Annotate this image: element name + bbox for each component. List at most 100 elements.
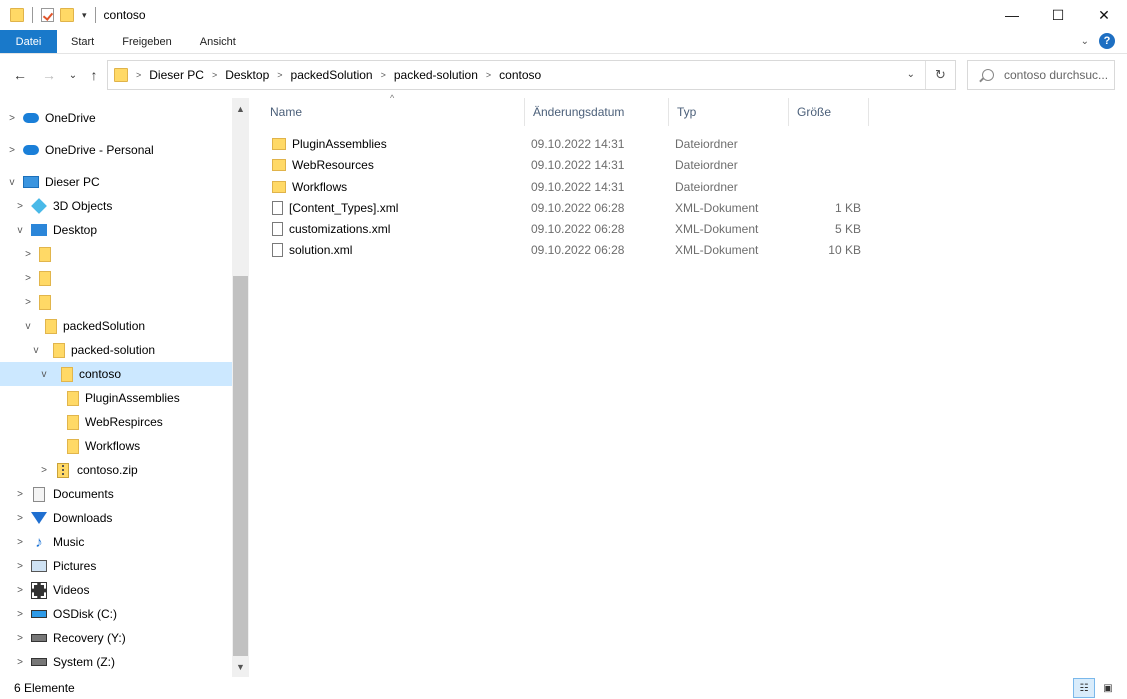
scrollbar-thumb[interactable] [233, 276, 248, 656]
expand-icon[interactable]: > [23, 273, 33, 284]
collapse-icon[interactable]: v [7, 177, 17, 188]
expand-icon[interactable]: > [15, 585, 25, 596]
expand-icon[interactable]: > [15, 201, 25, 212]
expand-icon[interactable]: > [7, 113, 17, 124]
sidebar-item-3d-objects[interactable]: > 3D Objects [0, 194, 232, 218]
quick-access-toolbar: ▾ [0, 7, 98, 23]
documents-icon [31, 486, 47, 502]
details-view-button[interactable]: ☷ [1073, 678, 1095, 698]
sidebar-item-webrespirces[interactable]: WebRespirces [0, 410, 232, 434]
expand-icon[interactable]: > [23, 249, 33, 260]
tab-start[interactable]: Start [57, 30, 108, 53]
address-bar[interactable]: > Dieser PC > Desktop > packedSolution >… [107, 60, 956, 90]
pictures-icon [31, 558, 47, 574]
file-row[interactable]: WebResources 09.10.2022 14:31 Dateiordne… [262, 154, 867, 175]
collapse-icon[interactable]: v [15, 225, 25, 236]
sidebar-item-contoso-zip[interactable]: > contoso.zip [0, 458, 232, 482]
expand-icon[interactable]: > [39, 465, 49, 476]
address-dropdown-icon[interactable]: ⌄ [907, 69, 915, 80]
sidebar-item-packedsolution[interactable]: v packedSolution [0, 314, 232, 338]
back-button[interactable]: ← [8, 63, 32, 87]
breadcrumb-item[interactable]: Desktop [225, 68, 269, 82]
sidebar-item-documents[interactable]: > Documents [0, 482, 232, 506]
minimize-button[interactable]: — [989, 0, 1035, 30]
search-input[interactable]: contoso durchsuc... [967, 60, 1115, 90]
sidebar-item-system[interactable]: > System (Z:) [0, 650, 232, 674]
collapse-icon[interactable]: v [23, 321, 33, 332]
sidebar-item-desktop[interactable]: v Desktop [0, 218, 232, 242]
sidebar-item-packed-solution[interactable]: v packed-solution [0, 338, 232, 362]
customize-toolbar-icon[interactable]: ▾ [82, 10, 87, 21]
collapse-icon[interactable]: v [39, 369, 49, 380]
sidebar-item-folder[interactable]: > [0, 266, 232, 290]
sidebar-item-dieser-pc[interactable]: v Dieser PC [0, 170, 232, 194]
file-date: 09.10.2022 06:28 [531, 221, 625, 236]
expand-ribbon-icon[interactable]: ⌄ [1081, 36, 1089, 47]
sidebar-item-onedrive[interactable]: > OneDrive [0, 106, 232, 130]
breadcrumb-item[interactable]: packed-solution [394, 68, 478, 82]
scroll-down-icon[interactable]: ▼ [232, 658, 249, 675]
folder-icon [61, 366, 73, 382]
column-header-name[interactable]: Name ^ [262, 93, 525, 126]
window-controls: — ☐ ✕ [989, 0, 1127, 30]
sort-ascending-icon: ^ [390, 93, 395, 103]
sidebar-item-videos[interactable]: > Videos [0, 578, 232, 602]
sidebar-item-workflows[interactable]: Workflows [0, 434, 232, 458]
sidebar-scrollbar[interactable]: ▲ ▼ [232, 98, 249, 677]
tab-freigeben[interactable]: Freigeben [108, 30, 186, 53]
file-date: 09.10.2022 14:31 [531, 157, 625, 172]
expand-icon[interactable]: > [15, 609, 25, 620]
file-row[interactable]: [Content_Types].xml 09.10.2022 06:28 XML… [262, 197, 867, 218]
scroll-up-icon[interactable]: ▲ [232, 100, 249, 117]
sidebar-item-pluginassemblies[interactable]: PluginAssemblies [0, 386, 232, 410]
file-size: 1 KB [834, 200, 861, 215]
breadcrumb-separator-icon[interactable]: > [381, 70, 386, 80]
breadcrumb-item[interactable]: Dieser PC [149, 68, 204, 82]
expand-icon[interactable]: > [15, 489, 25, 500]
breadcrumb-separator-icon[interactable]: > [136, 70, 141, 80]
expand-icon[interactable]: > [15, 513, 25, 524]
expand-icon[interactable]: > [7, 145, 17, 156]
breadcrumb-separator-icon[interactable]: > [277, 70, 282, 80]
file-row[interactable]: customizations.xml 09.10.2022 06:28 XML-… [262, 218, 867, 239]
file-row[interactable]: solution.xml 09.10.2022 06:28 XML-Dokume… [262, 239, 867, 260]
properties-icon[interactable] [41, 8, 54, 22]
collapse-icon[interactable]: v [31, 345, 41, 356]
sidebar-item-pictures[interactable]: > Pictures [0, 554, 232, 578]
expand-icon[interactable]: > [23, 297, 33, 308]
sidebar-item-downloads[interactable]: > Downloads [0, 506, 232, 530]
file-row[interactable]: Workflows 09.10.2022 14:31 Dateiordner [262, 176, 867, 197]
up-button[interactable]: ↑ [82, 63, 106, 87]
large-icons-view-button[interactable]: ▣ [1097, 678, 1119, 698]
folder-icon[interactable] [10, 8, 24, 22]
breadcrumb-separator-icon[interactable]: > [486, 70, 491, 80]
expand-icon[interactable]: > [15, 537, 25, 548]
tab-datei[interactable]: Datei [0, 30, 57, 53]
folder-icon [39, 246, 51, 262]
maximize-button[interactable]: ☐ [1035, 0, 1081, 30]
sidebar-item-recovery[interactable]: > Recovery (Y:) [0, 626, 232, 650]
file-row[interactable]: PluginAssemblies 09.10.2022 14:31 Dateio… [262, 133, 867, 154]
expand-icon[interactable]: > [15, 633, 25, 644]
sidebar-item-osdisk[interactable]: > OSDisk (C:) [0, 602, 232, 626]
help-icon[interactable]: ? [1099, 33, 1115, 49]
expand-icon[interactable]: > [15, 561, 25, 572]
refresh-button[interactable]: ↻ [925, 61, 955, 89]
tab-ansicht[interactable]: Ansicht [186, 30, 250, 53]
column-header-size[interactable]: Größe [789, 98, 869, 126]
close-button[interactable]: ✕ [1081, 0, 1127, 30]
sidebar-item-folder[interactable]: > [0, 290, 232, 314]
forward-button[interactable]: → [37, 63, 61, 87]
sidebar-item-onedrive-personal[interactable]: > OneDrive - Personal [0, 138, 232, 162]
column-header-type[interactable]: Typ [669, 98, 789, 126]
breadcrumb-separator-icon[interactable]: > [212, 70, 217, 80]
ribbon-tabs: Datei Start Freigeben Ansicht ⌄ ? [0, 30, 1127, 54]
new-folder-icon[interactable] [60, 8, 74, 22]
expand-icon[interactable]: > [15, 657, 25, 668]
breadcrumb-item[interactable]: contoso [499, 68, 541, 82]
column-header-date[interactable]: Änderungsdatum [525, 98, 669, 126]
breadcrumb-item[interactable]: packedSolution [291, 68, 373, 82]
sidebar-item-contoso[interactable]: v contoso [0, 362, 232, 386]
sidebar-item-folder[interactable]: > [0, 242, 232, 266]
sidebar-item-music[interactable]: > ♪ Music [0, 530, 232, 554]
